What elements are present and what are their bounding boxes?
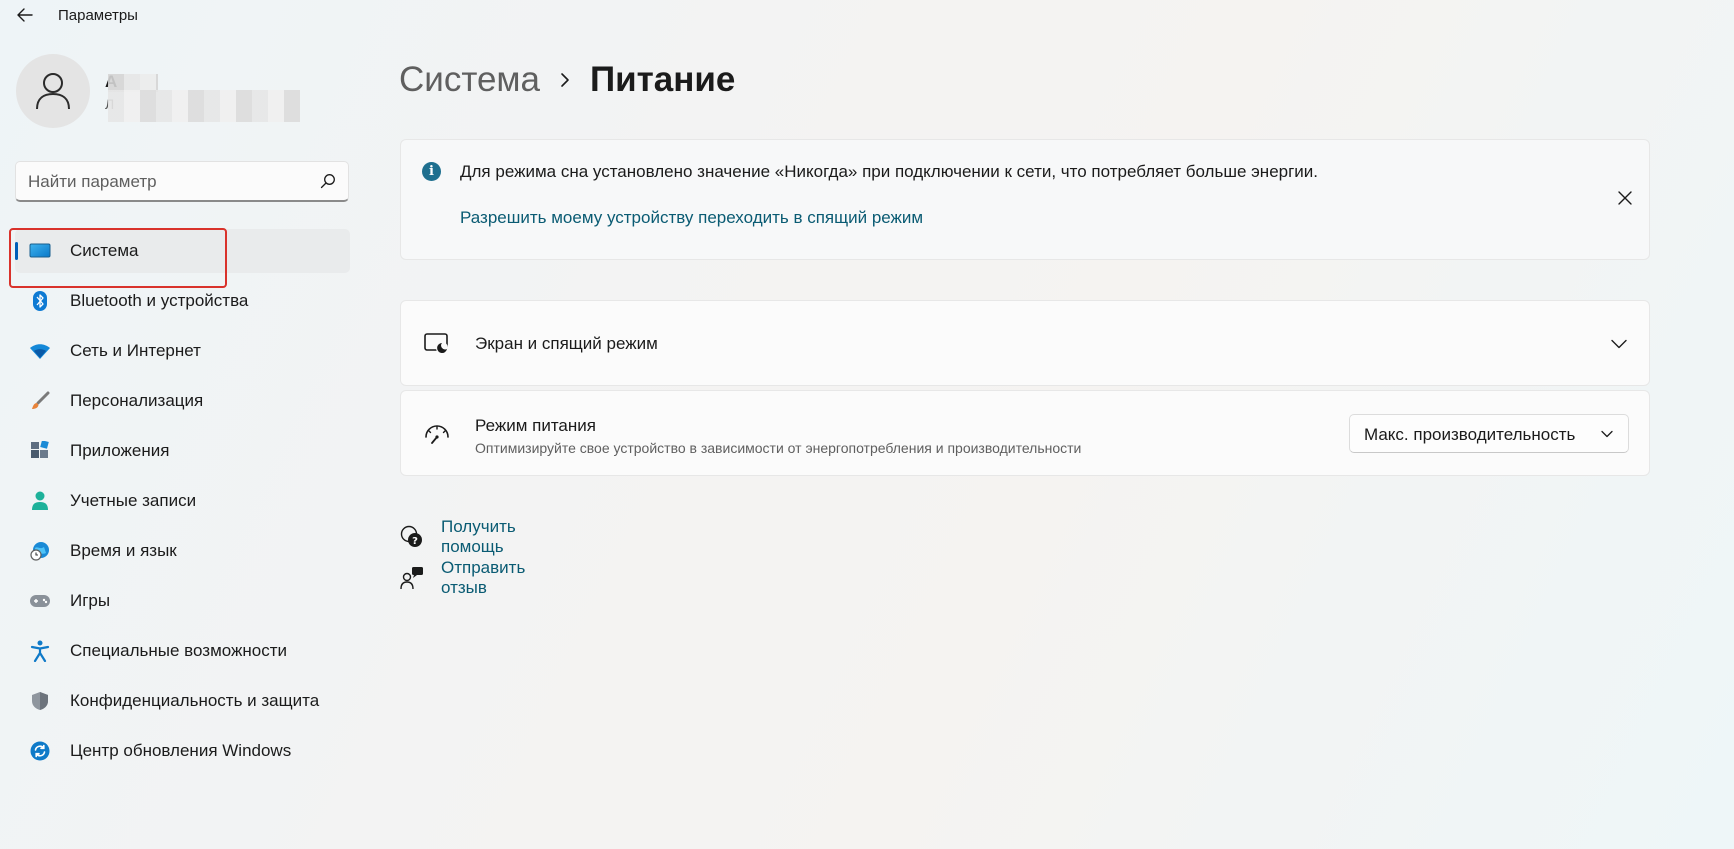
sidebar-item-gaming[interactable]: Игры [15, 579, 350, 623]
back-button[interactable] [14, 6, 36, 24]
power-mode-dropdown[interactable]: Макс. производительность [1349, 414, 1629, 453]
chevron-down-icon[interactable] [1609, 334, 1629, 354]
chevron-right-icon [560, 72, 570, 88]
sidebar-item-label: Приложения [70, 441, 170, 460]
sidebar-item-privacy[interactable]: Конфиденциальность и защита [15, 679, 350, 723]
search-box [15, 161, 349, 202]
allow-sleep-link[interactable]: Разрешить моему устройству переходить в … [460, 208, 923, 228]
help-chat-icon: ? [399, 524, 425, 550]
title-bar: Параметры [0, 0, 1734, 30]
breadcrumb-parent[interactable]: Система [399, 60, 540, 100]
sidebar-item-accounts[interactable]: Учетные записи [15, 479, 350, 523]
sidebar-item-time-language[interactable]: Время и язык [15, 529, 350, 573]
apps-icon [29, 440, 51, 462]
power-mode-row: Режим питания Оптимизируйте свое устройс… [400, 390, 1650, 476]
update-icon [29, 740, 51, 762]
help-links: ? Получить помощь Отправить отзыв [399, 516, 525, 598]
sidebar-item-network[interactable]: Сеть и Интернет [15, 329, 350, 373]
page-title: Питание [589, 60, 736, 99]
close-button[interactable] [1615, 188, 1635, 208]
sidebar-item-label: Конфиденциальность и защита [70, 691, 320, 710]
power-mode-subtitle: Оптимизируйте свое устройство в зависимо… [475, 440, 1082, 456]
back-arrow-icon [17, 8, 33, 22]
shield-icon [29, 690, 51, 712]
sidebar-item-label: Сеть и Интернет [70, 341, 201, 360]
annotation-highlight-box [9, 228, 227, 288]
app-title: Параметры [58, 7, 138, 24]
chevron-down-icon [1601, 430, 1613, 438]
power-mode-title: Режим питания [475, 416, 596, 435]
sidebar-item-windows-update[interactable]: Центр обновления Windows [15, 729, 350, 773]
svg-text:?: ? [412, 536, 418, 547]
sidebar-nav: Система Bluetooth и устройства Сеть и Ин… [15, 229, 350, 779]
search-input[interactable] [28, 162, 318, 201]
breadcrumb: Система Питание [399, 56, 735, 104]
info-message: Для режима сна установлено значение «Ник… [460, 162, 1319, 181]
sidebar-item-label: Персонализация [70, 391, 204, 410]
sidebar-item-label: Игры [70, 591, 111, 610]
sidebar-item-label: Bluetooth и устройства [70, 291, 249, 310]
feedback-icon [399, 565, 425, 591]
send-feedback-link[interactable]: Отправить отзыв [399, 557, 525, 598]
screen-sleep-icon [423, 331, 451, 357]
search-icon[interactable] [320, 173, 336, 189]
screen-sleep-title: Экран и спящий режим [475, 334, 658, 353]
person-outline-icon [36, 73, 70, 110]
sidebar-item-personalization[interactable]: Персонализация [15, 379, 350, 423]
accessibility-icon [29, 640, 51, 662]
close-icon [1618, 191, 1632, 205]
screen-sleep-row[interactable]: Экран и спящий режим [400, 300, 1650, 386]
sidebar-item-apps[interactable]: Приложения [15, 429, 350, 473]
power-mode-selected: Макс. производительность [1364, 425, 1576, 444]
sidebar-item-label: Учетные записи [70, 491, 197, 510]
sidebar-item-accessibility[interactable]: Специальные возможности [15, 629, 350, 673]
sidebar-item-label: Специальные возможности [70, 641, 288, 660]
person-icon [29, 490, 51, 512]
sidebar-item-label: Центр обновления Windows [70, 741, 292, 760]
avatar[interactable] [16, 54, 90, 128]
wifi-icon [29, 340, 51, 362]
info-icon: i [422, 162, 441, 181]
send-feedback-label: Отправить отзыв [441, 557, 526, 597]
brush-icon [29, 390, 51, 412]
gamepad-icon [29, 590, 51, 612]
speedometer-icon [423, 421, 451, 447]
redacted-email [108, 90, 300, 122]
get-help-label: Получить помощь [441, 516, 516, 556]
globe-clock-icon [29, 540, 51, 562]
info-bar: i Для режима сна установлено значение «Н… [400, 139, 1650, 260]
sidebar-item-label: Время и язык [70, 541, 177, 560]
bluetooth-icon [29, 290, 51, 312]
get-help-link[interactable]: ? Получить помощь [399, 516, 516, 557]
